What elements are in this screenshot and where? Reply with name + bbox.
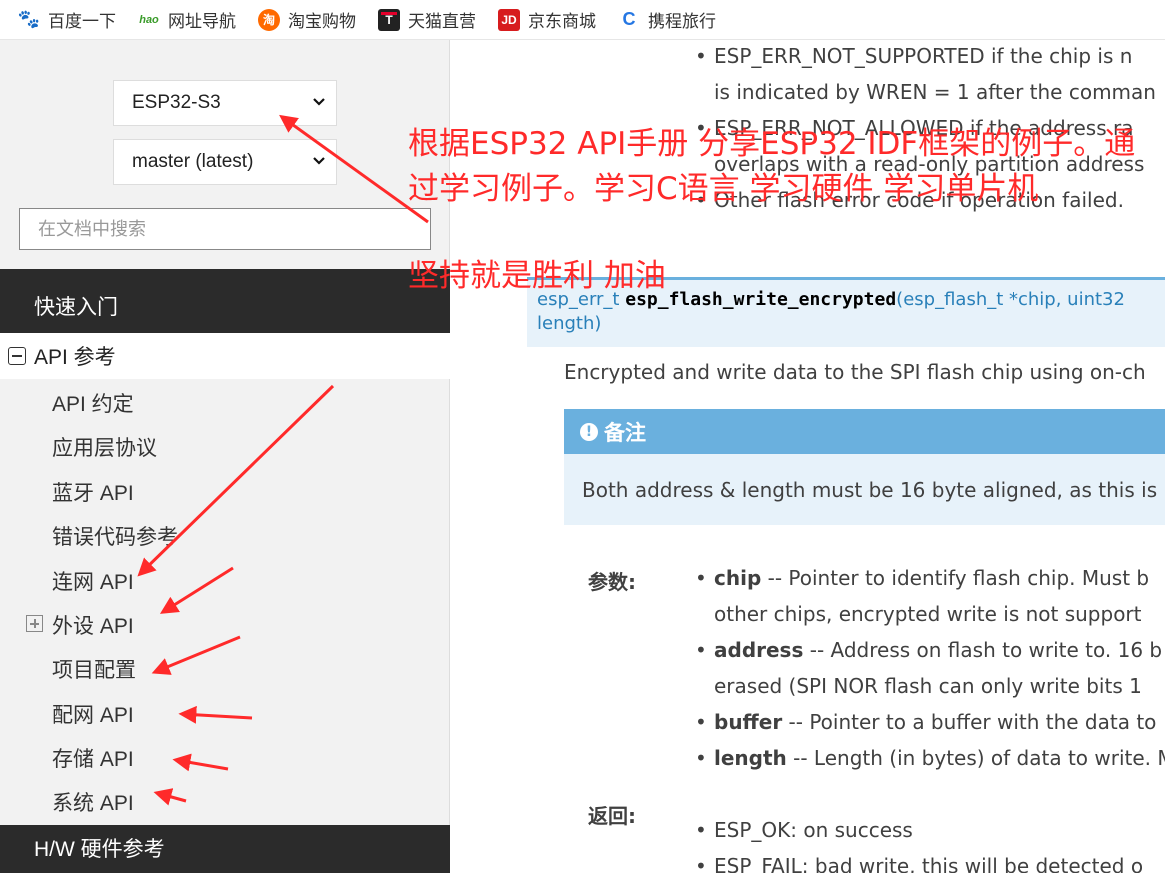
target-chip-select[interactable]: ESP32-S3 <box>113 80 337 126</box>
bookmark-label: 携程旅行 <box>648 12 716 31</box>
bookmark-label: 百度一下 <box>48 12 116 31</box>
sidebar-item-project-config[interactable]: 项目配置 <box>52 654 136 684</box>
docs-search-input[interactable] <box>19 208 431 250</box>
param-item: • length -- Length (in bytes) of data to … <box>695 746 1165 770</box>
annotation-line-3: 坚持就是胜利 加油 <box>408 258 666 294</box>
return-item: • ESP_OK: on success <box>695 818 913 842</box>
version-value: master (latest) <box>132 151 254 172</box>
nav-hw-reference[interactable]: H/W 硬件参考 <box>0 825 450 873</box>
sidebar-item-bluetooth-api[interactable]: 蓝牙 API <box>52 477 134 507</box>
annotation-line-1: 根据ESP32 API手册 分享ESP32 IDF框架的例子。通 <box>408 126 1136 162</box>
bookmarks-bar: 🐾 百度一下 hao 网址导航 淘 淘宝购物 T 天猫直营 JD 京东商城 C … <box>0 0 1165 40</box>
param-item: • buffer -- Pointer to a buffer with the … <box>695 710 1157 734</box>
bookmark-tmall[interactable]: T 天猫直营 <box>378 7 476 32</box>
ctrip-icon: C <box>622 9 636 29</box>
target-chip-value: ESP32-S3 <box>132 92 221 113</box>
collapse-icon[interactable] <box>8 347 26 365</box>
expand-icon[interactable] <box>26 615 43 632</box>
param-item: • address -- Address on flash to write to… <box>695 638 1163 662</box>
taobao-icon: 淘 <box>258 8 280 31</box>
return-item-cont: is indicated by WREN = 1 after the comma… <box>714 80 1156 104</box>
function-description: Encrypted and write data to the SPI flas… <box>564 360 1146 384</box>
bookmark-label: 天猫直营 <box>408 12 476 31</box>
note-header: ! 备注 <box>564 409 1165 454</box>
param-item-cont: other chips, encrypted write is not supp… <box>714 602 1142 626</box>
bookmark-label: 淘宝购物 <box>288 12 356 31</box>
bookmark-hao123[interactable]: hao 网址导航 <box>138 7 236 32</box>
chevron-down-icon <box>313 157 325 165</box>
sidebar-item-system-api[interactable]: 系统 API <box>52 787 134 817</box>
bookmark-label: 网址导航 <box>168 12 236 31</box>
bookmark-label: 京东商城 <box>528 12 596 31</box>
function-args-line2: length) <box>537 313 602 334</box>
hao123-icon: hao <box>139 13 159 26</box>
bookmark-baidu[interactable]: 🐾 百度一下 <box>18 7 116 32</box>
sidebar-item-storage-api[interactable]: 存储 API <box>52 743 134 773</box>
bookmark-jd[interactable]: JD 京东商城 <box>498 7 596 32</box>
info-icon: ! <box>580 422 598 441</box>
note-admonition: ! 备注 Both address & length must be 16 by… <box>564 409 1165 525</box>
jd-icon: JD <box>498 8 520 31</box>
sidebar-item-app-protocols[interactable]: 应用层协议 <box>52 432 157 462</box>
sidebar-item-error-codes[interactable]: 错误代码参考 <box>52 521 178 551</box>
param-item: • chip -- Pointer to identify flash chip.… <box>695 566 1150 590</box>
sidebar-item-provisioning-api[interactable]: 配网 API <box>52 699 134 729</box>
return-item: • ESP_ERR_NOT_SUPPORTED if the chip is n <box>695 44 1133 68</box>
function-args: (esp_flash_t *chip, uint32 <box>896 289 1125 310</box>
nav-api-reference-label: API 参考 <box>34 346 116 369</box>
chevron-down-icon <box>313 98 325 106</box>
returns-label: 返回: <box>588 804 636 828</box>
baidu-icon: 🐾 <box>17 9 41 29</box>
param-item-cont: erased (SPI NOR flash can only write bit… <box>714 674 1142 698</box>
tmall-icon: T <box>378 8 400 31</box>
note-body: Both address & length must be 16 byte al… <box>582 478 1158 502</box>
docs-sidebar: ESP32-S3 master (latest) 快速入门 API 参考 API… <box>0 40 450 873</box>
params-label: 参数: <box>588 570 636 594</box>
sidebar-item-networking-api[interactable]: 连网 API <box>52 566 134 596</box>
bookmark-taobao[interactable]: 淘 淘宝购物 <box>258 7 356 32</box>
note-title: 备注 <box>604 420 646 445</box>
nav-quick-start-label: 快速入门 <box>34 296 118 319</box>
sidebar-item-api-conventions[interactable]: API 约定 <box>52 388 134 418</box>
nav-hw-reference-label: H/W 硬件参考 <box>34 838 165 861</box>
bookmark-ctrip[interactable]: C 携程旅行 <box>618 7 717 32</box>
function-name[interactable]: esp_flash_write_encrypted <box>625 289 896 310</box>
nav-api-reference[interactable]: API 参考 <box>0 333 450 379</box>
nav-quick-start[interactable]: 快速入门 <box>0 269 450 333</box>
sidebar-item-peripherals-api[interactable]: 外设 API <box>52 610 134 640</box>
version-select[interactable]: master (latest) <box>113 139 337 185</box>
return-item: • ESP_FAIL: bad write, this will be detec… <box>695 854 1144 873</box>
annotation-line-2: 过学习例子。学习C语言 学习硬件 学习单片机 <box>408 171 1039 207</box>
